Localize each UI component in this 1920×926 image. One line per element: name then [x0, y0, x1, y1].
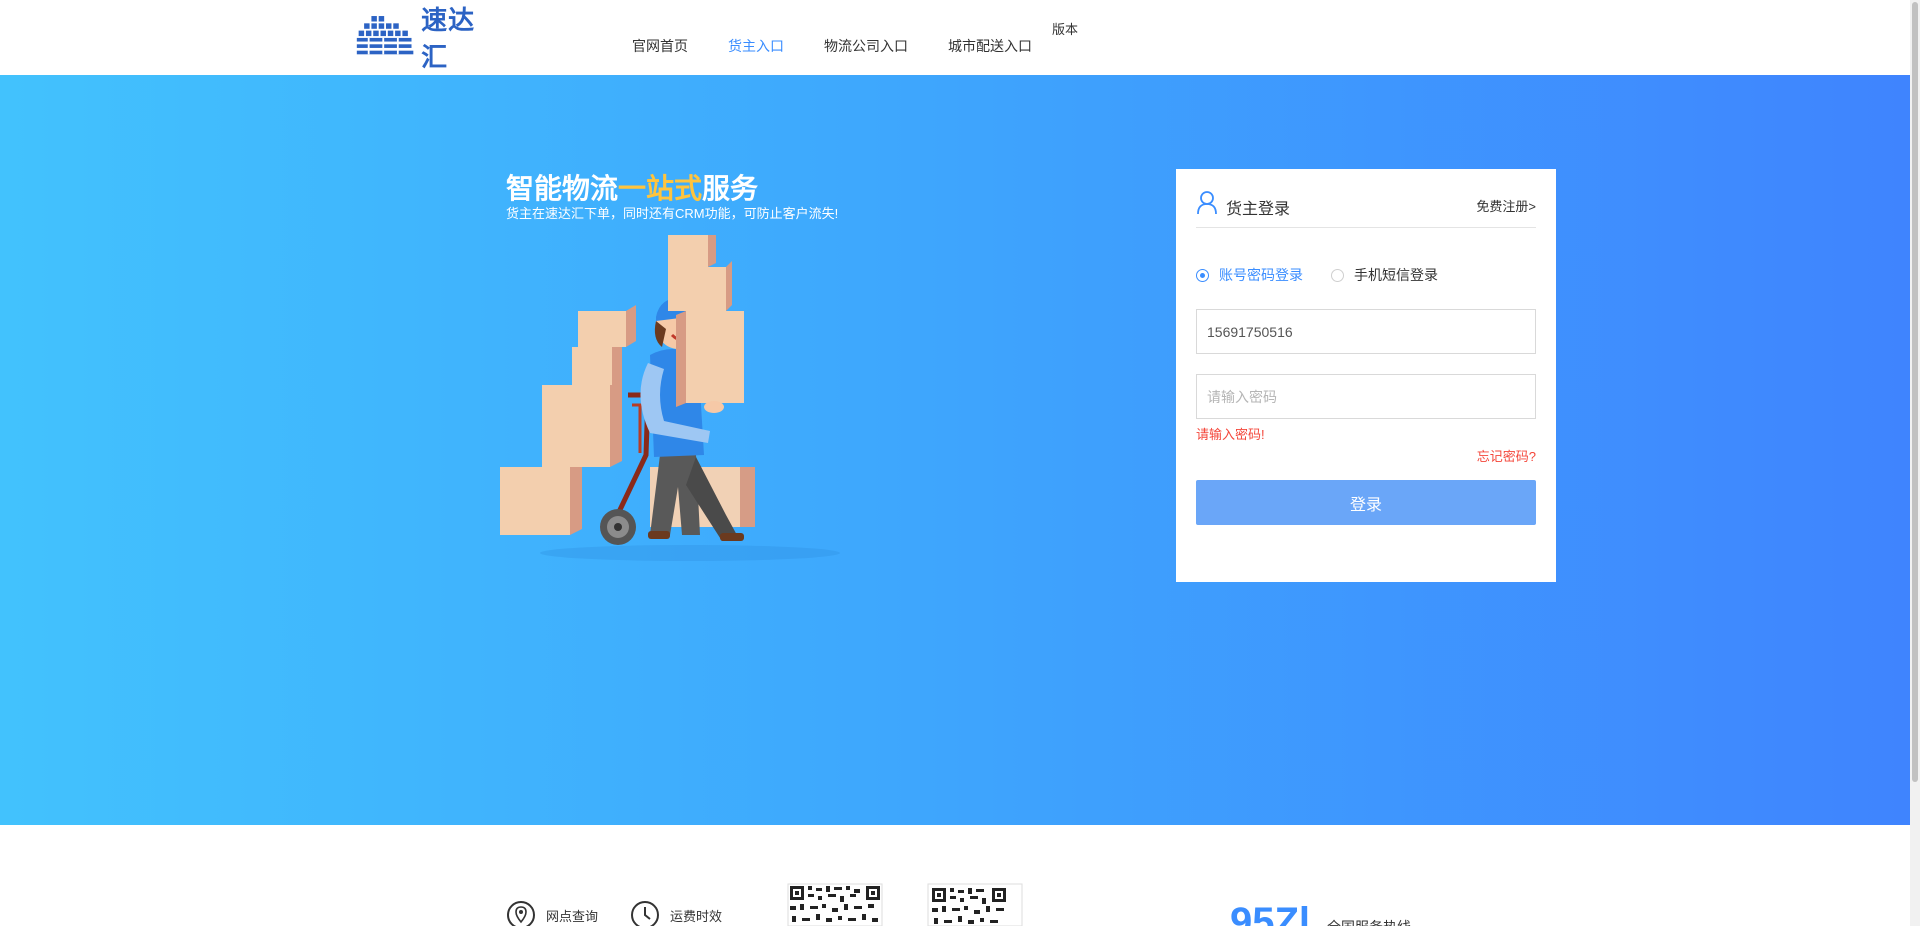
branch-query-label: 网点查询 [546, 908, 599, 924]
nav-home[interactable]: 官网首页 [632, 36, 688, 56]
qr-code-app [786, 882, 884, 926]
login-button[interactable]: 登录 [1196, 480, 1536, 525]
location-pin-icon [507, 901, 535, 926]
delivery-worker-illustration [500, 235, 840, 561]
freight-timeliness-link[interactable]: 运费时效 [630, 900, 722, 926]
radio-dot-icon [1196, 268, 1209, 282]
radio-account-password[interactable]: 账号密码登录 [1196, 265, 1303, 285]
logo-text: 速达汇 [421, 6, 476, 73]
site-logo[interactable]: 速达汇 [355, 6, 495, 73]
login-title: 货主登录 [1226, 201, 1291, 218]
hero-title-part1: 智能物流 [506, 173, 619, 204]
nav-city-delivery-entry[interactable]: 城市配送入口 [948, 36, 1032, 56]
logo-mark-icon [356, 16, 414, 55]
hero-title-highlight: 一站式 [618, 173, 703, 204]
qr-code-wechat [926, 882, 1024, 926]
page-scrollbar[interactable] [1910, 0, 1920, 926]
hero-title: 智能物流一站式服务 [506, 167, 758, 207]
login-mode-group: 账号密码登录 手机短信登录 [1196, 265, 1466, 285]
main-nav: 官网首页 货主入口 物流公司入口 城市配送入口 [632, 36, 1072, 56]
scrollbar-thumb[interactable] [1912, 2, 1918, 782]
free-register-link[interactable]: 免费注册> [1476, 196, 1536, 215]
freight-timeliness-label: 运费时效 [670, 908, 723, 924]
forgot-password-link[interactable]: 忘记密码? [1477, 446, 1536, 465]
radio-label: 账号密码登录 [1219, 267, 1303, 283]
service-hotline-label: 全国服务热线 [1327, 917, 1411, 926]
password-input[interactable] [1196, 374, 1536, 419]
username-input[interactable] [1196, 309, 1536, 354]
nav-logistics-company-entry[interactable]: 物流公司入口 [824, 36, 908, 56]
hero-banner [0, 75, 1910, 825]
top-header: 速达汇 官网首页 货主入口 物流公司入口 城市配送入口 版本 [0, 0, 1920, 75]
radio-sms-login[interactable]: 手机短信登录 [1331, 265, 1438, 285]
password-error-message: 请输入密码! [1196, 427, 1265, 442]
radio-dot-icon [1331, 268, 1344, 282]
login-card: 货主登录 免费注册> 账号密码登录 手机短信登录 请输入密码! 忘记密码? 登录 [1176, 169, 1556, 582]
branch-query-link[interactable]: 网点查询 [506, 900, 598, 926]
radio-label: 手机短信登录 [1354, 267, 1438, 283]
login-card-header: 货主登录 免费注册> [1196, 188, 1536, 228]
service-hotline-number: 95Zl [1230, 900, 1311, 926]
user-icon [1197, 191, 1217, 215]
nav-version[interactable]: 版本 [1052, 19, 1078, 38]
nav-shipper-entry[interactable]: 货主入口 [728, 36, 784, 56]
hero-title-part2: 服务 [702, 173, 759, 204]
hero-subtitle: 货主在速达汇下单，同时还有CRM功能，可防止客户流失! [506, 206, 839, 221]
clock-icon [631, 901, 659, 926]
